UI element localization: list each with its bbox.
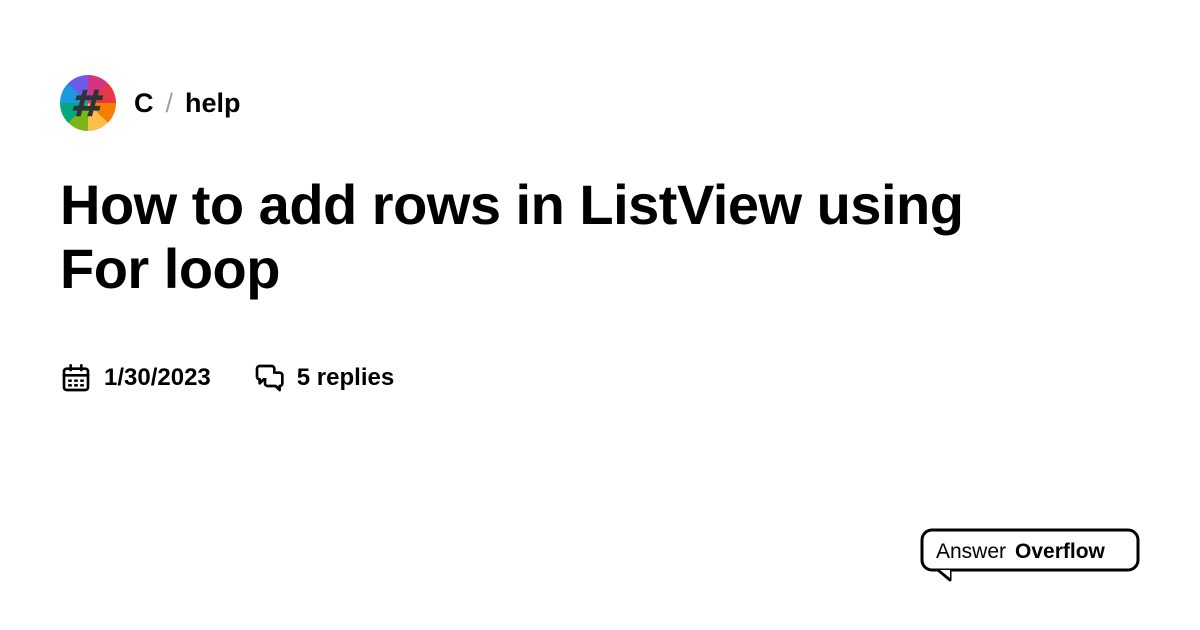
svg-text:Answer: Answer (936, 540, 1006, 563)
breadcrumb-text: C / help (134, 88, 241, 119)
breadcrumb-category: C (134, 88, 154, 119)
meta-row: 1/30/2023 5 replies (60, 362, 1140, 394)
breadcrumb: C / help (60, 75, 1140, 131)
csharp-icon (69, 84, 107, 122)
breadcrumb-channel: help (185, 88, 241, 119)
calendar-icon (60, 362, 92, 394)
replies-text: 5 replies (297, 364, 394, 392)
server-avatar (60, 75, 116, 131)
meta-date: 1/30/2023 (60, 362, 211, 394)
date-text: 1/30/2023 (104, 364, 211, 392)
answeroverflow-logo: Answer Overflow (920, 528, 1140, 582)
meta-replies: 5 replies (253, 362, 394, 394)
page-title: How to add rows in ListView using For lo… (60, 173, 1060, 302)
breadcrumb-separator: / (166, 88, 174, 119)
replies-icon (253, 362, 285, 394)
svg-text:Overflow: Overflow (1015, 540, 1106, 563)
logo-icon: Answer Overflow (920, 528, 1140, 582)
